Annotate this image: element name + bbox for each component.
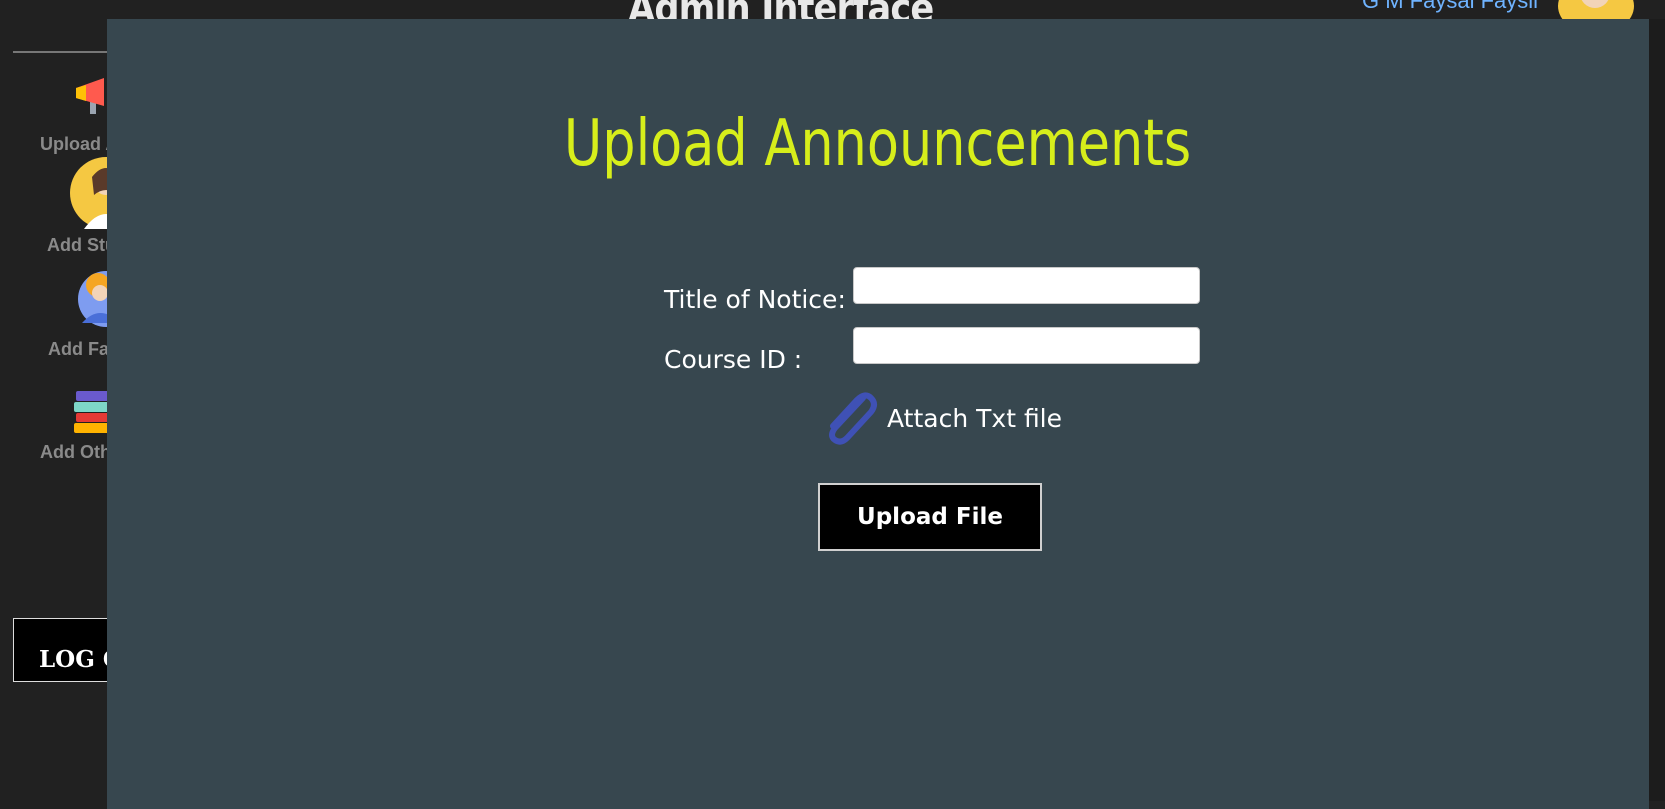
title-of-notice-label: Title of Notice:	[664, 285, 846, 314]
attach-file-label: Attach Txt file	[887, 403, 1063, 433]
paperclip-icon[interactable]	[819, 388, 879, 448]
title-of-notice-input[interactable]	[853, 267, 1200, 304]
attach-file-control[interactable]: Attach Txt file	[819, 387, 1062, 449]
course-id-input[interactable]	[853, 327, 1200, 364]
modal-title: Upload Announcements	[107, 107, 1649, 181]
upload-file-button[interactable]: Upload File	[818, 483, 1042, 551]
upload-announcements-modal: Upload Announcements Title of Notice: Co…	[107, 19, 1649, 809]
sidebar-divider	[13, 51, 107, 53]
user-name: G M Faysal Faysil	[1362, 0, 1539, 13]
scrollbar[interactable]	[1649, 19, 1665, 801]
course-id-label: Course ID :	[664, 345, 803, 374]
modal-title-text: Upload Announcements	[564, 107, 1192, 181]
